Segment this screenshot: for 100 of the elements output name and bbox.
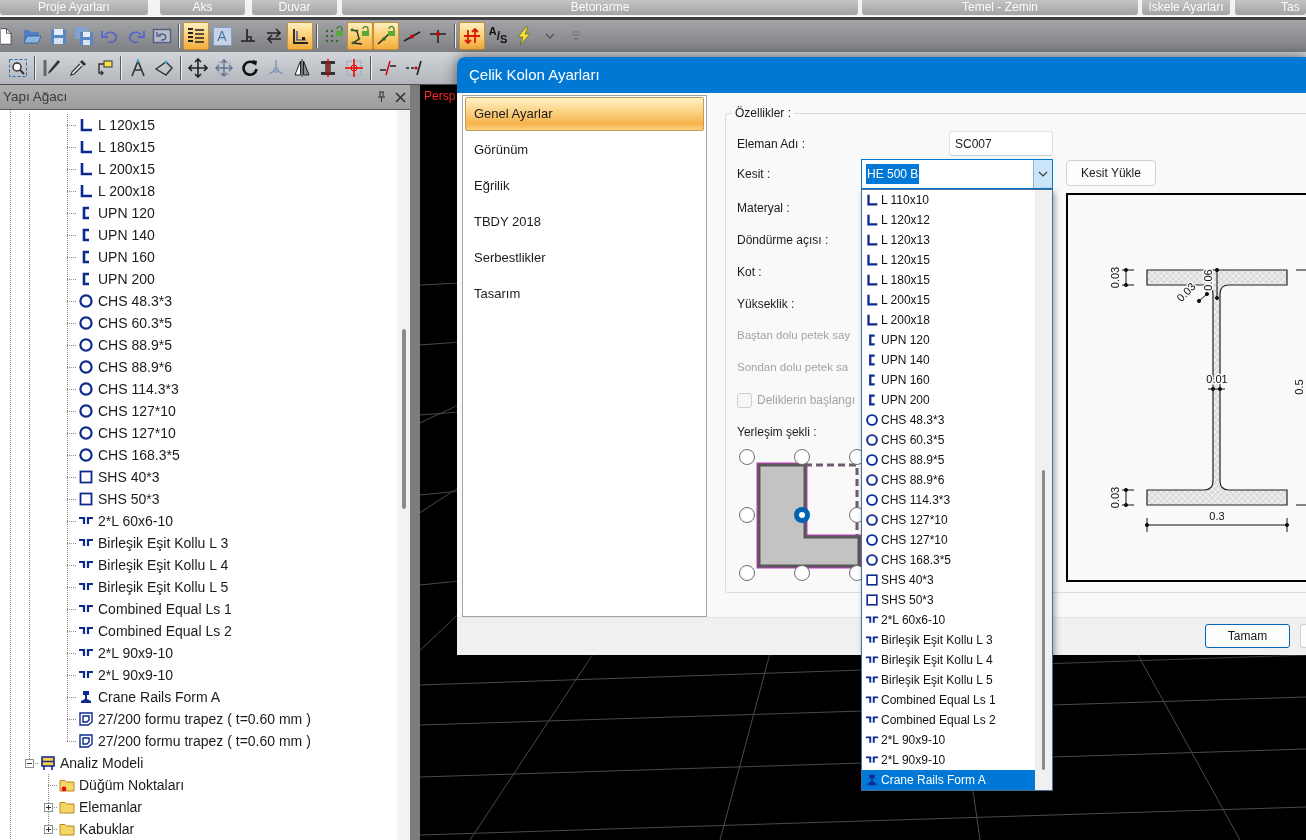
dimension-label: 0.03 (1109, 486, 1121, 509)
dropdown-option[interactable]: Birleşik Eşit Kollu L 3 (862, 630, 1035, 650)
pin-icon[interactable] (376, 91, 387, 103)
nav-item[interactable]: Serbestlikler (465, 241, 704, 275)
tree-item[interactable]: Birleşik Eşit Kollu L 5 (98, 576, 229, 598)
tree-item[interactable]: Analiz Modeli (60, 752, 144, 774)
tree-item[interactable]: 2*L 90x9-10 (98, 642, 173, 664)
dropdown-option[interactable]: L 200x18 (862, 310, 1035, 330)
tree-item[interactable]: CHS 88.9*6 (98, 356, 172, 378)
load-section-button[interactable]: Kesit Yükle (1066, 160, 1156, 186)
placement-radio[interactable] (739, 565, 755, 581)
toolbar-button[interactable] (183, 22, 209, 50)
dropdown-option[interactable]: Combined Equal Ls 2 (862, 710, 1035, 730)
dropdown-option[interactable]: CHS 60.3*5 (862, 430, 1035, 450)
dropdown-option[interactable]: L 200x15 (862, 290, 1035, 310)
dropdown-option[interactable]: 2*L 60x6-10 (862, 610, 1035, 630)
dropdown-option[interactable]: SHS 40*3 (862, 570, 1035, 590)
placement-radio[interactable] (739, 507, 755, 523)
node-lock-icon (376, 26, 396, 46)
dropdown-option[interactable]: CHS 114.3*3 (862, 490, 1035, 510)
dropdown-option[interactable]: UPN 140 (862, 350, 1035, 370)
nav-item[interactable]: Genel Ayarlar (465, 97, 704, 131)
dropdown-option[interactable]: CHS 127*10 (862, 510, 1035, 530)
dropdown-option[interactable]: Combined Equal Ls 1 (862, 690, 1035, 710)
toolbar-button[interactable] (347, 22, 373, 50)
placement-radio[interactable] (794, 507, 810, 523)
dropdown-option[interactable]: L 120x15 (862, 250, 1035, 270)
tree-item[interactable]: 2*L 90x9-10 (98, 664, 173, 686)
lines-icon (186, 26, 206, 46)
circle-profile-icon (865, 453, 879, 467)
dropdown-option[interactable]: Crane Rails Form A (862, 770, 1035, 790)
section-combobox[interactable]: HE 500 B (861, 159, 1053, 189)
tree-item[interactable]: CHS 127*10 (98, 422, 176, 444)
tree-item[interactable]: Crane Rails Form A (98, 686, 221, 708)
tree-item[interactable]: L 120x15 (98, 114, 156, 136)
dropdown-option[interactable]: CHS 88.9*6 (862, 470, 1035, 490)
dropdown-option[interactable]: CHS 88.9*5 (862, 450, 1035, 470)
tree-item[interactable]: L 200x18 (98, 180, 156, 202)
tree-item[interactable]: L 180x15 (98, 136, 156, 158)
tree-item[interactable]: UPN 160 (98, 246, 155, 268)
placement-radio[interactable] (794, 449, 810, 465)
dashed-line-icon (404, 58, 424, 78)
tree-item[interactable]: L 200x15 (98, 158, 156, 180)
nav-item[interactable]: Görünüm (465, 133, 704, 167)
tree-item[interactable]: Combined Equal Ls 1 (98, 598, 232, 620)
tree-item[interactable]: Birleşik Eşit Kollu L 4 (98, 554, 229, 576)
tree-item[interactable]: Birleşik Eşit Kollu L 3 (98, 532, 229, 554)
dropdown-option[interactable]: 2*L 90x9-10 (862, 750, 1035, 770)
nav-item[interactable]: Eğrilik (465, 169, 704, 203)
placement-radio[interactable] (739, 449, 755, 465)
tree-item[interactable]: CHS 60.3*5 (98, 312, 172, 334)
tree-item[interactable]: CHS 88.9*5 (98, 334, 172, 356)
scrollbar-thumb[interactable] (1042, 470, 1045, 770)
tree-item[interactable]: Düğüm Noktaları (79, 774, 185, 796)
tree-item[interactable]: 27/200 formu trapez ( t=0.60 mm ) (98, 730, 311, 752)
angle-profile-icon (78, 117, 94, 133)
dropdown-option[interactable]: L 110x10 (862, 190, 1035, 210)
collapse-toggle[interactable] (25, 758, 34, 768)
dropdown-option[interactable]: UPN 200 (862, 390, 1035, 410)
beam-icon (318, 58, 338, 78)
dropdown-option[interactable]: CHS 168.3*5 (862, 550, 1035, 570)
tree-item[interactable]: SHS 50*3 (98, 488, 160, 510)
close-icon[interactable] (395, 91, 406, 103)
dimension-line (1214, 267, 1220, 301)
tree-item[interactable]: 27/200 formu trapez ( t=0.60 mm ) (98, 708, 311, 730)
dropdown-option[interactable]: UPN 120 (862, 330, 1035, 350)
dropdown-option[interactable]: SHS 50*3 (862, 590, 1035, 610)
dialog-button[interactable]: Tamam (1205, 624, 1290, 648)
dropdown-option[interactable]: L 120x12 (862, 210, 1035, 230)
tree-item[interactable]: Elemanlar (79, 796, 143, 818)
dropdown-option[interactable]: Birleşik Eşit Kollu L 5 (862, 670, 1035, 690)
tree-item[interactable]: UPN 140 (98, 224, 155, 246)
dropdown-option[interactable]: Birleşik Eşit Kollu L 4 (862, 650, 1035, 670)
tree-item[interactable]: CHS 48.3*3 (98, 290, 172, 312)
polygon-icon (154, 58, 174, 78)
tree-item[interactable]: UPN 200 (98, 268, 155, 290)
tree-item[interactable]: Kabuklar (79, 818, 135, 840)
dropdown-option[interactable]: CHS 127*10 (862, 530, 1035, 550)
crosshair-icon (344, 58, 364, 78)
placement-radio[interactable] (794, 565, 810, 581)
nav-item[interactable]: TBDY 2018 (465, 205, 704, 239)
dropdown-option[interactable]: 2*L 90x9-10 (862, 730, 1035, 750)
tree-item[interactable]: CHS 114.3*3 (98, 378, 179, 400)
element-name-field[interactable]: SC007 (949, 131, 1053, 156)
scrollbar-thumb[interactable] (401, 329, 406, 509)
tree-item[interactable]: 2*L 60x6-10 (98, 510, 173, 532)
expand-toggle[interactable] (44, 824, 53, 834)
tree-item[interactable]: Combined Equal Ls 2 (98, 620, 232, 642)
dropdown-option[interactable]: L 180x15 (862, 270, 1035, 290)
toolbar-button[interactable] (287, 22, 313, 50)
nav-item[interactable]: Tasarım (465, 277, 704, 311)
expand-toggle[interactable] (44, 802, 53, 812)
dropdown-option[interactable]: CHS 48.3*3 (862, 410, 1035, 430)
dropdown-option[interactable]: UPN 160 (862, 370, 1035, 390)
tree-item[interactable]: SHS 40*3 (98, 466, 160, 488)
tree-item[interactable]: CHS 127*10 (98, 400, 176, 422)
dropdown-option[interactable]: L 120x13 (862, 230, 1035, 250)
tree-item[interactable]: CHS 168.3*5 (98, 444, 180, 466)
ruler-pencil-icon (42, 58, 62, 78)
tree-item[interactable]: UPN 120 (98, 202, 155, 224)
